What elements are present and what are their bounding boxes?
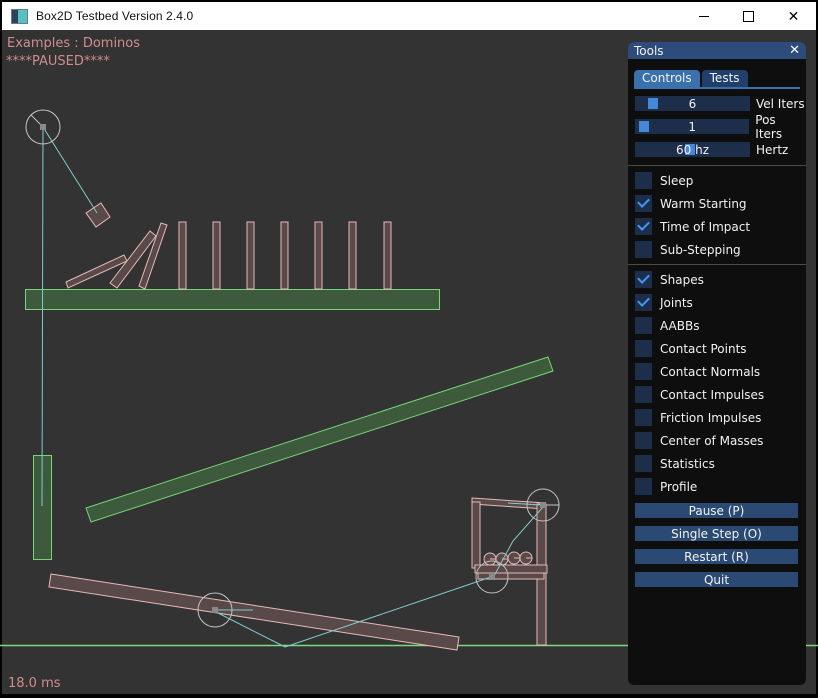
window-title: Box2D Testbed Version 2.4.0 <box>36 9 193 23</box>
checkbox-group-1: Shapes Joints AABBs Contact Points Contact N… <box>628 271 806 495</box>
tools-panel-header[interactable]: Tools ✕ <box>628 42 806 59</box>
single-button[interactable]: Single Step (O) <box>635 526 798 541</box>
restart-button[interactable]: Restart (R) <box>635 549 798 564</box>
checkbox-label: Profile <box>660 480 697 494</box>
maximize-button[interactable] <box>726 2 771 30</box>
buttons-section: Pause (P) Single Step (O) Restart (R) Quit <box>628 503 806 587</box>
checkbox-checked[interactable] <box>635 218 652 235</box>
checkbox-unchecked[interactable] <box>635 241 652 258</box>
slider-label: Hertz <box>756 143 788 157</box>
paused-label: ****PAUSED**** <box>6 54 110 69</box>
checkbox-checked[interactable] <box>635 271 652 288</box>
checkbox-checked[interactable] <box>635 294 652 311</box>
check-icon <box>637 195 650 208</box>
separator <box>628 165 806 166</box>
checkbox-unchecked[interactable] <box>635 478 652 495</box>
checkbox-label: Contact Impulses <box>660 388 764 402</box>
checkbox-row-profile[interactable]: Profile <box>635 478 806 495</box>
slider-track[interactable]: 6 <box>635 96 750 111</box>
close-icon: ✕ <box>788 9 800 23</box>
maximize-icon <box>743 11 754 22</box>
checkbox-unchecked[interactable] <box>635 455 652 472</box>
slider-track[interactable]: 1 <box>635 119 749 134</box>
checkbox-label: Warm Starting <box>660 197 747 211</box>
tabbar: ControlsTests <box>634 70 800 89</box>
checkbox-checked[interactable] <box>635 195 652 212</box>
checkbox-row-friction-impulses[interactable]: Friction Impulses <box>635 409 806 426</box>
checkbox-label: Joints <box>660 296 693 310</box>
checkbox-row-warm-starting[interactable]: Warm Starting <box>635 195 806 212</box>
sliders-section: 6Vel Iters1Pos Iters60 hzHertz <box>628 96 806 157</box>
checkbox-row-aabbs[interactable]: AABBs <box>635 317 806 334</box>
slider-track[interactable]: 60 hz <box>635 142 750 157</box>
slider-value: 60 hz <box>635 142 750 157</box>
slider-label: Vel Iters <box>756 97 805 111</box>
checkbox-label: Sleep <box>660 174 693 188</box>
slider-row-hertz: 60 hz Hertz <box>635 142 806 157</box>
separator <box>628 264 806 265</box>
checkbox-row-statistics[interactable]: Statistics <box>635 455 806 472</box>
checkbox-row-contact-impulses[interactable]: Contact Impulses <box>635 386 806 403</box>
checkbox-row-center-of-masses[interactable]: Center of Masses <box>635 432 806 449</box>
checkbox-label: Sub-Stepping <box>660 243 741 257</box>
checkbox-label: Shapes <box>660 273 704 287</box>
checkbox-row-contact-points[interactable]: Contact Points <box>635 340 806 357</box>
checkbox-row-shapes[interactable]: Shapes <box>635 271 806 288</box>
tools-panel: Tools ✕ ControlsTests 6Vel Iters1Pos Ite… <box>628 42 806 685</box>
app-icon <box>11 9 28 24</box>
check-icon <box>637 271 650 284</box>
checkbox-row-time-of-impact[interactable]: Time of Impact <box>635 218 806 235</box>
slider-label: Pos Iters <box>755 113 806 141</box>
checkbox-label: Contact Normals <box>660 365 760 379</box>
checkbox-unchecked[interactable] <box>635 432 652 449</box>
window-controls: ✕ <box>681 2 816 30</box>
checkbox-unchecked[interactable] <box>635 172 652 189</box>
checkbox-unchecked[interactable] <box>635 409 652 426</box>
window-titlebar: Box2D Testbed Version 2.4.0 ✕ <box>2 2 816 30</box>
check-icon <box>637 218 650 231</box>
checkbox-label: Center of Masses <box>660 434 763 448</box>
frame-time-label: 18.0 ms <box>8 676 61 691</box>
checkbox-label: Time of Impact <box>660 220 750 234</box>
tab-controls[interactable]: Controls <box>634 70 700 87</box>
slider-value: 6 <box>635 96 750 111</box>
minimize-button[interactable] <box>681 2 726 30</box>
slider-value: 1 <box>635 119 749 134</box>
checkbox-label: Statistics <box>660 457 715 471</box>
checkbox-group-0: Sleep Warm Starting Time of Impact Sub-Step… <box>628 172 806 258</box>
check-icon <box>637 294 650 307</box>
checkbox-unchecked[interactable] <box>635 363 652 380</box>
checkbox-unchecked[interactable] <box>635 386 652 403</box>
checkbox-row-sub-stepping[interactable]: Sub-Stepping <box>635 241 806 258</box>
tab-tests[interactable]: Tests <box>702 70 748 87</box>
pause-button[interactable]: Pause (P) <box>635 503 798 518</box>
checkbox-row-sleep[interactable]: Sleep <box>635 172 806 189</box>
slider-row-pos-iters: 1Pos Iters <box>635 119 806 134</box>
checkbox-unchecked[interactable] <box>635 340 652 357</box>
quit-button[interactable]: Quit <box>635 572 798 587</box>
checkbox-label: AABBs <box>660 319 699 333</box>
checkbox-row-joints[interactable]: Joints <box>635 294 806 311</box>
panel-close-icon[interactable]: ✕ <box>789 44 800 57</box>
slider-row-vel-iters: 6 Vel Iters <box>635 96 806 111</box>
checkbox-row-contact-normals[interactable]: Contact Normals <box>635 363 806 380</box>
example-label: Examples : Dominos <box>7 36 140 51</box>
minimize-icon <box>699 16 709 17</box>
checkbox-label: Contact Points <box>660 342 747 356</box>
checkbox-label: Friction Impulses <box>660 411 761 425</box>
close-button[interactable]: ✕ <box>771 2 816 30</box>
checkbox-unchecked[interactable] <box>635 317 652 334</box>
tools-panel-title: Tools <box>634 44 664 58</box>
